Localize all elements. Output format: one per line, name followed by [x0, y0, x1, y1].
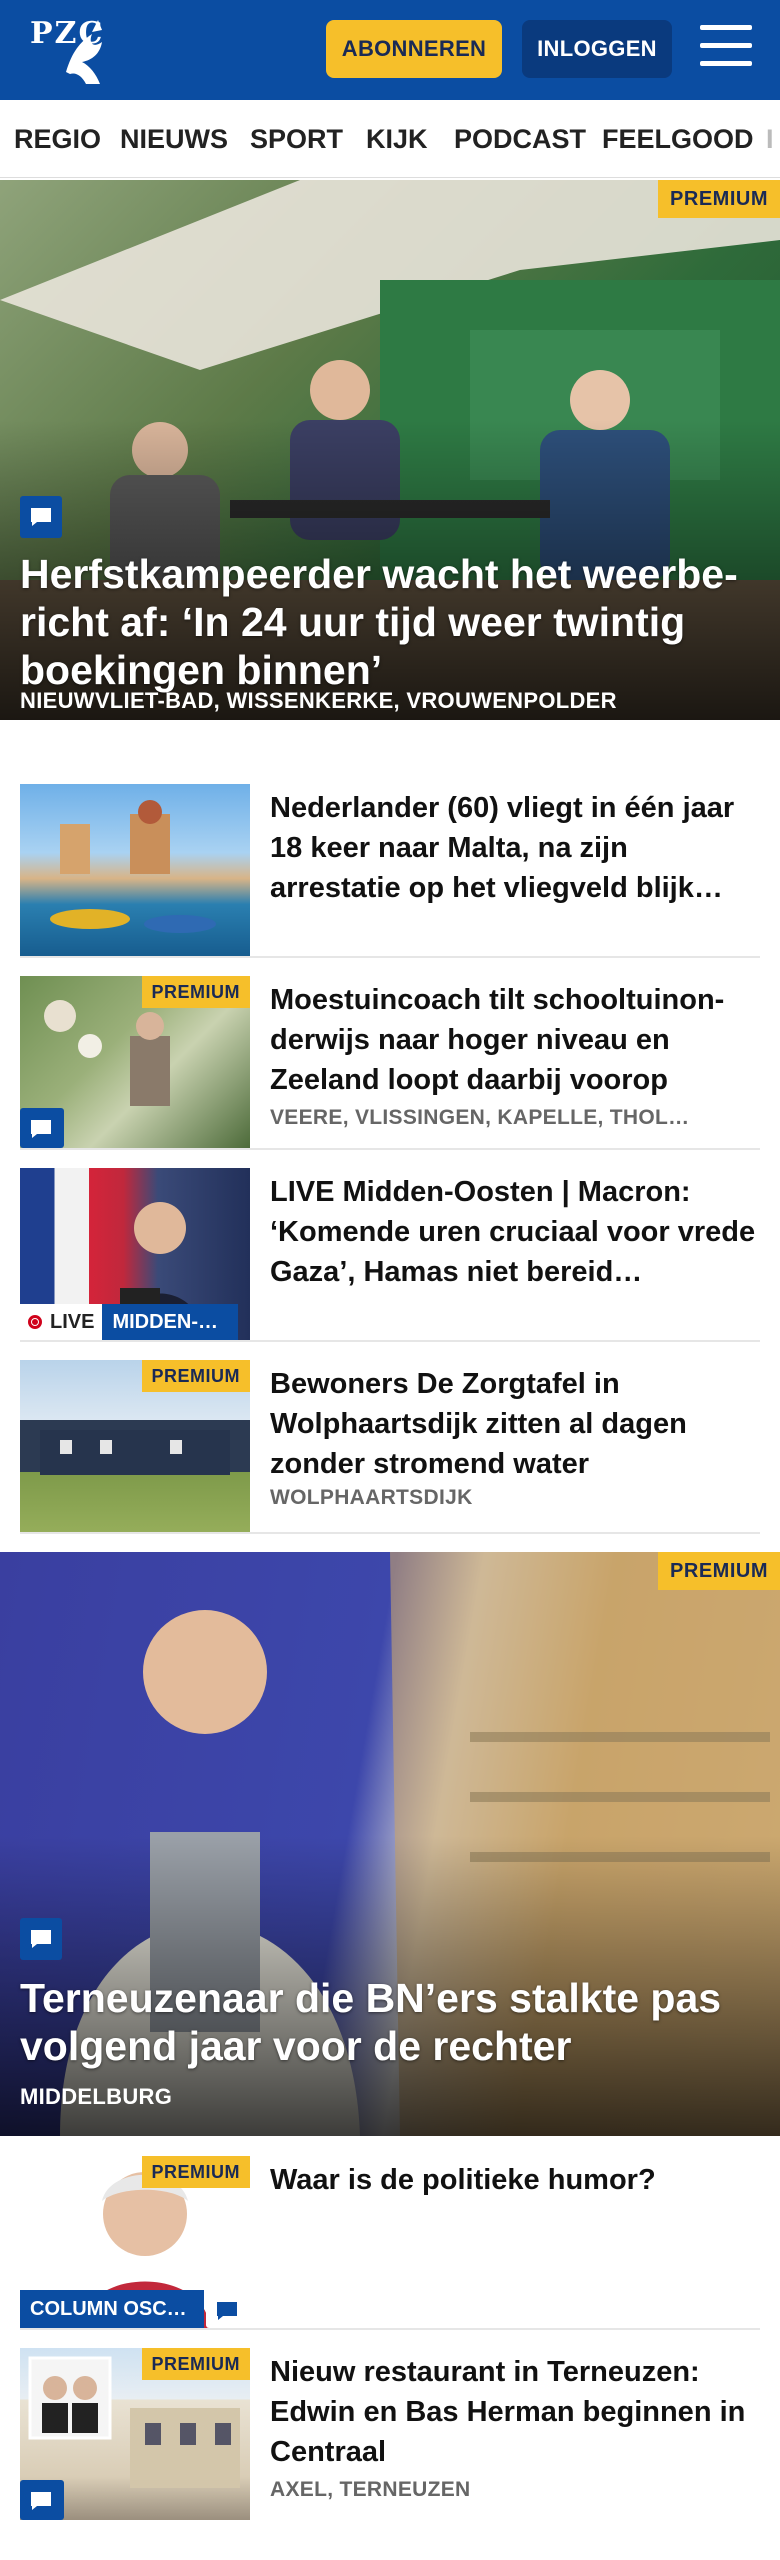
comment-icon: [206, 2290, 250, 2328]
premium-badge: PREMIUM: [141, 2156, 250, 2188]
article-row-malta[interactable]: Nederlander (60) vliegt in één jaar 18 k…: [20, 784, 760, 956]
live-label: LIVE: [20, 1304, 103, 1340]
hero-article-1[interactable]: PREMIUM Herfstkampeerder wacht het weerb…: [0, 180, 780, 720]
article-row-column[interactable]: PREMIUM COLUMN OSC… Waar is de politieke…: [20, 2156, 760, 2328]
comment-icon: [20, 1108, 64, 1148]
article-row-moestuin[interactable]: PREMIUM Moestuincoach tilt schooltuinon­…: [20, 976, 760, 1148]
article-row-restaurant[interactable]: PREMIUM Nieuw restaurant in Terneuzen: E…: [20, 2348, 760, 2520]
hero-article-2[interactable]: PREMIUM Terneuzenaar die BN’ers stalkte …: [0, 1552, 780, 2136]
comment-icon: [20, 2480, 64, 2520]
menu-icon[interactable]: [700, 25, 752, 71]
login-button[interactable]: INLOGGEN: [522, 20, 672, 78]
divider: [20, 1340, 760, 1342]
article-title[interactable]: Moestuincoach tilt schooltuinon­derwijs …: [270, 980, 760, 1100]
thumbnail-moestuin: PREMIUM: [20, 976, 250, 1148]
live-text: LIVE: [50, 1310, 95, 1333]
hero-title[interactable]: Terneuzenaar die BN’ers stalkte pas volg…: [20, 1974, 760, 2070]
nav-item-regio[interactable]: REGIO: [14, 124, 101, 155]
subscribe-button[interactable]: ABONNEREN: [326, 20, 502, 78]
nav-item-feelgood[interactable]: FEELGOOD: [602, 124, 754, 155]
article-location: WOLPHAARTSDIJK: [270, 1486, 473, 1509]
article-title[interactable]: Nederlander (60) vliegt in één jaar 18 k…: [270, 788, 760, 908]
nav-item-kijk[interactable]: KIJK: [366, 124, 428, 155]
pzc-logo[interactable]: PZC: [22, 12, 122, 88]
category-label[interactable]: MIDDEN-…: [102, 1304, 239, 1340]
divider: [20, 1148, 760, 1150]
hero-location: NIEUWVLIET-BAD, WISSENKERKE, VROUWENPOLD…: [20, 688, 617, 713]
thumbnail-restaurant: PREMIUM: [20, 2348, 250, 2520]
hero-location: MIDDELBURG: [20, 2084, 173, 2109]
comment-icon: [20, 1918, 62, 1960]
thumbnail-column: PREMIUM COLUMN OSC…: [20, 2156, 250, 2328]
article-row-live[interactable]: LIVE MIDDEN-… LIVE Midden-Oosten | Macro…: [20, 1168, 760, 1340]
live-dot-icon: [28, 1315, 42, 1329]
divider: [20, 1532, 760, 1534]
premium-badge: PREMIUM: [141, 976, 250, 1008]
divider: [20, 2328, 760, 2330]
nav-item-more[interactable]: I: [766, 124, 774, 155]
thumbnail-zorgtafel: PREMIUM: [20, 1360, 250, 1532]
premium-badge: PREMIUM: [141, 2348, 250, 2380]
nav-item-nieuws[interactable]: NIEUWS: [120, 124, 228, 155]
hero-title[interactable]: Herfstkampeerder wacht het weerbe­richt …: [20, 550, 760, 694]
article-title[interactable]: Waar is de politieke humor?: [270, 2160, 760, 2200]
premium-badge: PREMIUM: [141, 1360, 250, 1392]
article-title[interactable]: Nieuw restaurant in Terneuzen: Edwin en …: [270, 2352, 760, 2472]
premium-badge: PREMIUM: [658, 1552, 780, 1590]
article-location: AXEL, TERNEUZEN: [270, 2478, 471, 2501]
article-title[interactable]: LIVE Midden-Oosten | Macron: ‘Komende ur…: [270, 1172, 760, 1292]
premium-badge: PREMIUM: [658, 180, 780, 218]
column-tag[interactable]: COLUMN OSC…: [20, 2290, 204, 2328]
thumbnail-macron: LIVE MIDDEN-…: [20, 1168, 250, 1340]
comment-icon: [20, 496, 62, 538]
nav-item-sport[interactable]: SPORT: [250, 124, 343, 155]
article-row-zorgtafel[interactable]: PREMIUM Bewoners De Zorgtafel in Wolphaa…: [20, 1360, 760, 1532]
article-location: VEERE, VLISSINGEN, KAPELLE, THOL…: [270, 1106, 690, 1129]
section-nav: REGIO NIEUWS SPORT KIJK PODCAST FEELGOOD…: [0, 100, 780, 178]
divider: [20, 956, 760, 958]
logo-text: PZC: [30, 16, 105, 51]
nav-item-podcast[interactable]: PODCAST: [454, 124, 586, 155]
article-title[interactable]: Bewoners De Zorgtafel in Wolphaartsdijk …: [270, 1364, 760, 1484]
top-bar: PZC ABONNEREN INLOGGEN: [0, 0, 780, 100]
thumbnail-malta: [20, 784, 250, 956]
live-tag: LIVE MIDDEN-…: [20, 1304, 239, 1340]
